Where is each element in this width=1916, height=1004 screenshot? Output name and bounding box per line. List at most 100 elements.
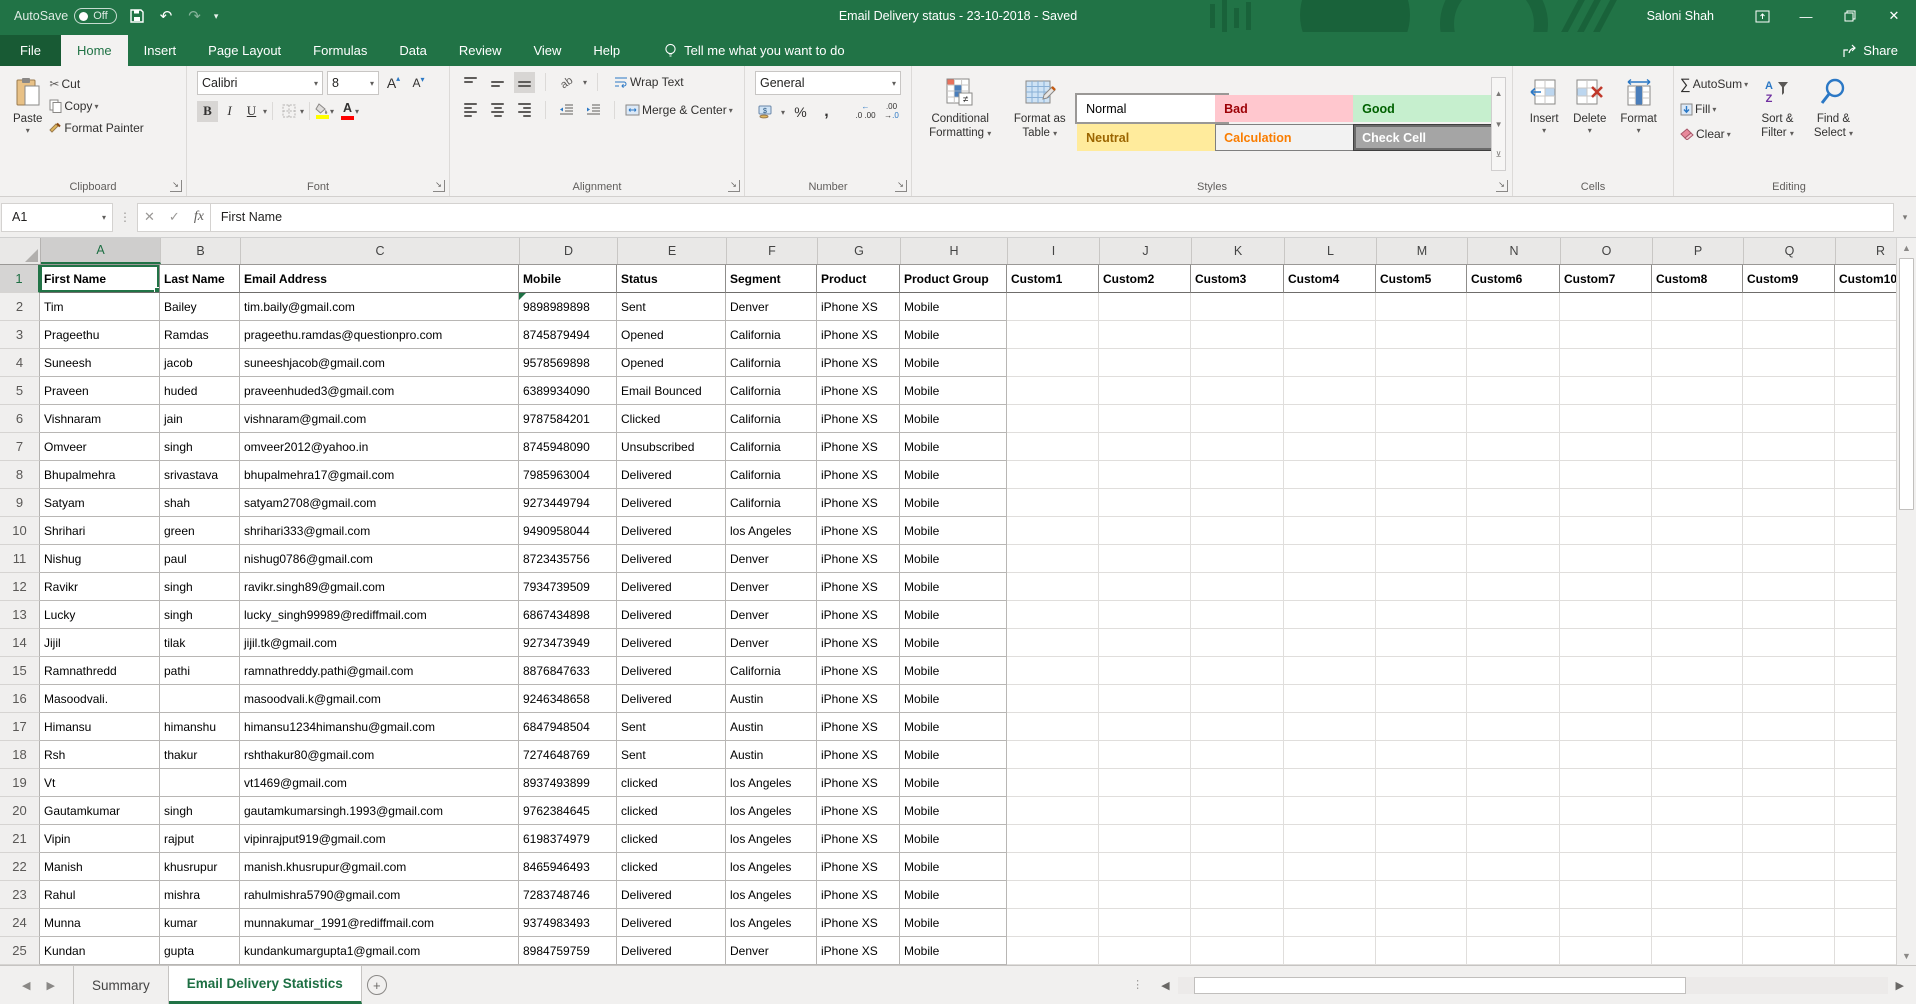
cell-H1[interactable]: Product Group (900, 265, 1007, 293)
cell-L8[interactable] (1284, 461, 1376, 489)
cell-H7[interactable]: Mobile (900, 433, 1007, 461)
cell-P23[interactable] (1652, 881, 1743, 909)
cell-J14[interactable] (1099, 629, 1191, 657)
cell-J20[interactable] (1099, 797, 1191, 825)
cell-C3[interactable]: prageethu.ramdas@questionpro.com (240, 321, 519, 349)
cell-J23[interactable] (1099, 881, 1191, 909)
row-header-2[interactable]: 2 (0, 293, 40, 321)
cell-L6[interactable] (1284, 405, 1376, 433)
cell-style-bad[interactable]: Bad (1215, 95, 1365, 122)
cell-P11[interactable] (1652, 545, 1743, 573)
cell-G7[interactable]: iPhone XS (817, 433, 900, 461)
row-header-8[interactable]: 8 (0, 461, 40, 489)
tab-file[interactable]: File (0, 35, 61, 66)
cell-G15[interactable]: iPhone XS (817, 657, 900, 685)
cell-Q16[interactable] (1743, 685, 1835, 713)
cell-J9[interactable] (1099, 489, 1191, 517)
cell-O10[interactable] (1560, 517, 1652, 545)
cell-I6[interactable] (1007, 405, 1099, 433)
sheet-tab-email-delivery-statistics[interactable]: Email Delivery Statistics (169, 966, 362, 1004)
cell-P3[interactable] (1652, 321, 1743, 349)
cell-H10[interactable]: Mobile (900, 517, 1007, 545)
cell-K24[interactable] (1191, 909, 1284, 937)
cell-style-check-cell[interactable]: Check Cell (1353, 124, 1503, 151)
cell-L10[interactable] (1284, 517, 1376, 545)
bold-button[interactable]: B (197, 101, 218, 122)
cell-Q7[interactable] (1743, 433, 1835, 461)
column-header-c[interactable]: C (241, 238, 520, 264)
cell-F11[interactable]: Denver (726, 545, 817, 573)
cell-E5[interactable]: Email Bounced (617, 377, 726, 405)
cell-J22[interactable] (1099, 853, 1191, 881)
cell-A4[interactable]: Suneesh (40, 349, 160, 377)
cell-R12[interactable] (1835, 573, 1897, 601)
cell-Q22[interactable] (1743, 853, 1835, 881)
cell-F24[interactable]: los Angeles (726, 909, 817, 937)
cell-A11[interactable]: Nishug (40, 545, 160, 573)
cell-O18[interactable] (1560, 741, 1652, 769)
cell-O20[interactable] (1560, 797, 1652, 825)
restore-button[interactable] (1828, 0, 1872, 32)
cell-M19[interactable] (1376, 769, 1467, 797)
cell-E6[interactable]: Clicked (617, 405, 726, 433)
cell-M3[interactable] (1376, 321, 1467, 349)
cell-E8[interactable]: Delivered (617, 461, 726, 489)
increase-indent-icon[interactable] (583, 100, 604, 121)
percent-style-icon[interactable]: % (790, 102, 811, 123)
delete-cells-button[interactable]: Delete▾ (1566, 71, 1613, 177)
cell-B13[interactable]: singh (160, 601, 240, 629)
cell-P1[interactable]: Custom8 (1652, 265, 1743, 293)
increase-font-icon[interactable]: A▴ (383, 73, 404, 94)
cell-R11[interactable] (1835, 545, 1897, 573)
cell-N20[interactable] (1467, 797, 1560, 825)
cell-O8[interactable] (1560, 461, 1652, 489)
cell-F7[interactable]: California (726, 433, 817, 461)
cell-G1[interactable]: Product (817, 265, 900, 293)
cell-A1[interactable]: First Name (40, 265, 160, 293)
cell-D12[interactable]: 7934739509 (519, 573, 617, 601)
cell-N5[interactable] (1467, 377, 1560, 405)
cell-M23[interactable] (1376, 881, 1467, 909)
cell-I2[interactable] (1007, 293, 1099, 321)
comma-style-icon[interactable]: , (816, 102, 837, 123)
cell-D19[interactable]: 8937493899 (519, 769, 617, 797)
cell-Q3[interactable] (1743, 321, 1835, 349)
cell-I4[interactable] (1007, 349, 1099, 377)
cell-J8[interactable] (1099, 461, 1191, 489)
cell-C21[interactable]: vipinrajput919@gmail.com (240, 825, 519, 853)
cell-K19[interactable] (1191, 769, 1284, 797)
cell-O4[interactable] (1560, 349, 1652, 377)
cell-P12[interactable] (1652, 573, 1743, 601)
cell-H20[interactable]: Mobile (900, 797, 1007, 825)
cell-L15[interactable] (1284, 657, 1376, 685)
cell-E14[interactable]: Delivered (617, 629, 726, 657)
cell-N12[interactable] (1467, 573, 1560, 601)
cell-M2[interactable] (1376, 293, 1467, 321)
column-header-j[interactable]: J (1100, 238, 1192, 264)
cell-K2[interactable] (1191, 293, 1284, 321)
cell-L22[interactable] (1284, 853, 1376, 881)
cell-Q18[interactable] (1743, 741, 1835, 769)
cell-N18[interactable] (1467, 741, 1560, 769)
styles-gallery-scrollbar[interactable]: ▲▼⊻ (1491, 77, 1506, 171)
cell-J24[interactable] (1099, 909, 1191, 937)
cell-F6[interactable]: California (726, 405, 817, 433)
cell-B1[interactable]: Last Name (160, 265, 240, 293)
cell-A7[interactable]: Omveer (40, 433, 160, 461)
cell-L21[interactable] (1284, 825, 1376, 853)
cell-G3[interactable]: iPhone XS (817, 321, 900, 349)
cell-P6[interactable] (1652, 405, 1743, 433)
cell-J25[interactable] (1099, 937, 1191, 965)
copy-button[interactable]: Copy▾ (49, 95, 143, 117)
cell-C15[interactable]: ramnathreddy.pathi@gmail.com (240, 657, 519, 685)
cell-A23[interactable]: Rahul (40, 881, 160, 909)
vertical-scroll-thumb[interactable] (1899, 258, 1914, 510)
cell-O1[interactable]: Custom7 (1560, 265, 1652, 293)
cell-B3[interactable]: Ramdas (160, 321, 240, 349)
cell-style-good[interactable]: Good (1353, 95, 1503, 122)
cell-R1[interactable]: Custom10 (1835, 265, 1897, 293)
cell-R3[interactable] (1835, 321, 1897, 349)
tabbar-resize-handle[interactable]: ⋮ (1132, 981, 1143, 990)
cell-I21[interactable] (1007, 825, 1099, 853)
name-box[interactable]: A1▾ (1, 203, 113, 232)
